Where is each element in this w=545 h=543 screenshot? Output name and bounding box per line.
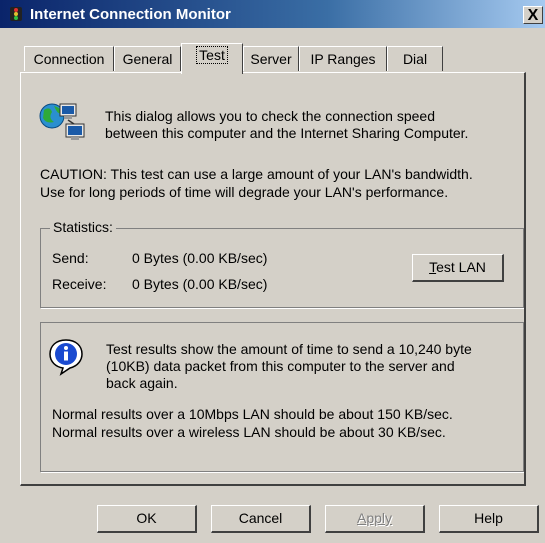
tab-connection[interactable]: Connection <box>24 46 114 71</box>
cancel-button[interactable]: Cancel <box>211 505 311 533</box>
test-lan-button[interactable]: Test LAN <box>412 254 504 282</box>
tab-label: IP Ranges <box>310 51 376 67</box>
normal-wireless-text: Normal results over a wireless LAN shoul… <box>52 424 446 440</box>
tab-dial[interactable]: Dial <box>387 46 443 71</box>
apply-label: Apply <box>356 510 393 526</box>
network-computers-icon <box>39 103 85 140</box>
help-button[interactable]: Help <box>439 505 539 533</box>
tab-test[interactable]: Test <box>181 43 243 74</box>
tab-server[interactable]: Server <box>243 46 299 71</box>
tab-ip-ranges[interactable]: IP Ranges <box>299 46 387 71</box>
tab-label: General <box>122 51 173 67</box>
info-line-1: Test results show the amount of time to … <box>106 341 472 357</box>
test-lan-label: est LAN <box>436 259 486 275</box>
intro-line-1: This dialog allows you to check the conn… <box>105 108 435 124</box>
send-label: Send: <box>52 250 89 266</box>
window-title: Internet Connection Monitor <box>30 6 231 23</box>
caution-line-1: CAUTION: This test can use a large amoun… <box>40 166 473 182</box>
receive-label: Receive: <box>52 276 107 292</box>
information-icon <box>49 339 83 376</box>
tab-label: Server <box>250 51 292 67</box>
traffic-light-icon <box>10 7 22 21</box>
receive-value: 0 Bytes (0.00 KB/sec) <box>132 276 268 292</box>
caution-line-2: Use for long periods of time will degrad… <box>40 184 449 200</box>
tab-general[interactable]: General <box>114 46 181 71</box>
title-bar: Internet Connection Monitor X <box>0 0 545 28</box>
normal-wired-text: Normal results over a 10Mbps LAN should … <box>52 406 453 422</box>
statistics-legend: Statistics: <box>50 219 116 235</box>
tab-label: Connection <box>33 51 105 67</box>
apply-button[interactable]: Apply <box>325 505 425 533</box>
info-line-3: back again. <box>106 375 178 391</box>
ok-button[interactable]: OK <box>97 505 197 533</box>
tab-label: Test <box>196 46 228 64</box>
intro-line-2: between this computer and the Internet S… <box>105 125 469 141</box>
tab-label: Dial <box>402 51 428 67</box>
close-button[interactable]: X <box>523 6 543 24</box>
info-line-2: (10KB) data packet from this computer to… <box>106 358 455 374</box>
send-value: 0 Bytes (0.00 KB/sec) <box>132 250 268 266</box>
